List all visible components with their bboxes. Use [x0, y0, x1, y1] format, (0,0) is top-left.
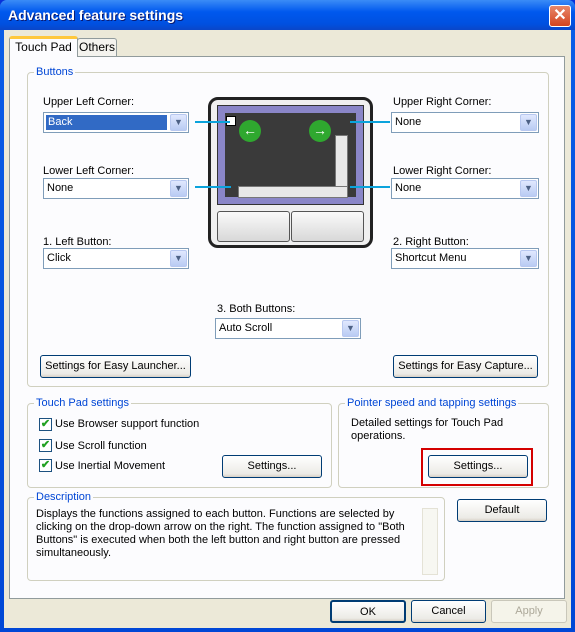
chevron-down-icon[interactable]: ▼ — [520, 250, 537, 267]
easy-launcher-settings-button[interactable]: Settings for Easy Launcher... — [40, 355, 191, 378]
upper-right-select[interactable]: None ▼ — [391, 112, 539, 133]
left-button-label: 1. Left Button: — [43, 236, 112, 248]
scroll-function-checkbox[interactable]: ✔ — [39, 439, 52, 452]
chevron-down-icon[interactable]: ▼ — [170, 114, 187, 131]
apply-button[interactable]: Apply — [491, 600, 567, 623]
touchpad-surface: ← → — [217, 105, 364, 205]
upper-left-select[interactable]: Back ▼ — [43, 112, 189, 133]
browser-support-checkbox[interactable]: ✔ — [39, 418, 52, 431]
pointer-settings-button[interactable]: Settings... — [428, 455, 528, 478]
scroll-settings-button[interactable]: Settings... — [222, 455, 322, 478]
touchpad-settings-label: Touch Pad settings — [34, 397, 131, 409]
touchpad-right-button — [291, 211, 364, 242]
touchpad-left-button — [217, 211, 290, 242]
upper-right-label: Upper Right Corner: — [393, 96, 492, 108]
chevron-down-icon[interactable]: ▼ — [520, 114, 537, 131]
pointer-settings-text: Detailed settings for Touch Pad operatio… — [351, 417, 504, 442]
default-button[interactable]: Default — [457, 499, 547, 522]
pointer-settings-label: Pointer speed and tapping settings — [345, 397, 519, 409]
connector-line — [350, 186, 390, 188]
upper-left-label: Upper Left Corner: — [43, 96, 135, 108]
close-button[interactable]: ✕ — [549, 5, 571, 27]
chevron-down-icon[interactable]: ▼ — [342, 320, 359, 337]
browser-support-label[interactable]: Use Browser support function — [55, 418, 199, 430]
description-text: Displays the functions assigned to each … — [36, 508, 405, 559]
inertial-movement-label[interactable]: Use Inertial Movement — [55, 460, 165, 472]
touchpad-area: ← → — [225, 113, 356, 198]
lower-right-select[interactable]: None ▼ — [391, 178, 539, 199]
vertical-scroll-icon — [335, 135, 348, 190]
connector-line — [195, 186, 231, 188]
connector-line — [350, 121, 390, 123]
chevron-down-icon[interactable]: ▼ — [170, 250, 187, 267]
description-label: Description — [34, 491, 94, 503]
both-buttons-select[interactable]: Auto Scroll ▼ — [215, 318, 361, 339]
description-scrollbar[interactable] — [422, 508, 438, 575]
forward-arrow-icon: → — [309, 120, 331, 142]
chevron-down-icon[interactable]: ▼ — [520, 180, 537, 197]
title-bar: Advanced feature settings ✕ — [0, 0, 575, 30]
scroll-function-label[interactable]: Use Scroll function — [55, 440, 147, 452]
buttons-group-label: Buttons — [34, 66, 76, 78]
back-arrow-icon: ← — [239, 120, 261, 142]
inertial-movement-checkbox[interactable]: ✔ — [39, 459, 52, 472]
right-button-label: 2. Right Button: — [393, 236, 469, 248]
close-icon: ✕ — [553, 7, 567, 24]
lower-left-label: Lower Left Corner: — [43, 165, 135, 177]
window-title: Advanced feature settings — [8, 7, 184, 23]
chevron-down-icon[interactable]: ▼ — [170, 180, 187, 197]
lower-right-label: Lower Right Corner: — [393, 165, 492, 177]
connector-line — [195, 121, 230, 123]
right-button-select[interactable]: Shortcut Menu ▼ — [391, 248, 539, 269]
horizontal-scroll-icon — [238, 186, 348, 198]
lower-left-select[interactable]: None ▼ — [43, 178, 189, 199]
tab-others[interactable]: Others — [77, 38, 117, 57]
ok-button[interactable]: OK — [330, 600, 406, 623]
tab-touch-pad[interactable]: Touch Pad — [9, 36, 78, 57]
left-button-select[interactable]: Click ▼ — [43, 248, 189, 269]
both-buttons-label: 3. Both Buttons: — [217, 303, 296, 315]
cancel-button[interactable]: Cancel — [411, 600, 486, 623]
easy-capture-settings-button[interactable]: Settings for Easy Capture... — [393, 355, 538, 378]
touchpad-illustration: ← → — [208, 97, 373, 248]
